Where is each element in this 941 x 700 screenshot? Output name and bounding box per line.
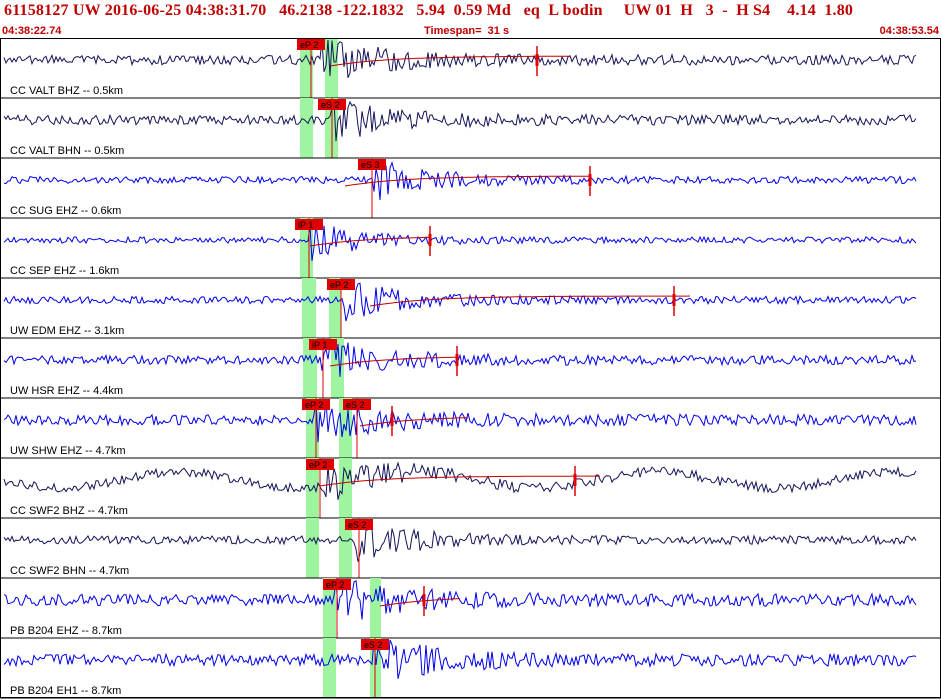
seismogram-panels[interactable]: eP 2 CC VALT BHZ -- 0.5km eS 2 CC VALT BHN … (0, 38, 941, 700)
trace-panel[interactable]: eP 2 eS 2 UW SHW EHZ -- 4.7km (0, 398, 941, 459)
pick-window (370, 578, 381, 638)
waveform (3, 522, 917, 562)
pick-window (339, 458, 352, 518)
time-scale-bar: 04:38:22.74 Timespan= 31 s 04:38:53.54 (0, 25, 941, 38)
coda-end-marker (588, 174, 592, 186)
coda-end-marker (535, 54, 539, 66)
phase-pick-label: eP 2 (305, 400, 323, 410)
station-label: CC SWF2 BHN -- 4.7km (10, 565, 129, 577)
start-time-label: 04:38:22.74 (2, 25, 62, 37)
phase-pick-label: eP 2 (300, 40, 318, 50)
trace-panel[interactable]: iP 1 CC SEP EHZ -- 1.6km (0, 218, 941, 279)
station-label: CC VALT BHN -- 0.5km (10, 145, 124, 157)
trace-panel[interactable]: eP 2 UW EDM EHZ -- 3.1km (0, 278, 941, 339)
phase-pick-label: eP 2 (330, 280, 348, 290)
phase-pick-label: eS 2 (321, 100, 340, 110)
trace-panel[interactable]: eP 2 CC VALT BHZ -- 0.5km (0, 38, 941, 99)
pick-window (306, 518, 319, 578)
waveform (3, 399, 917, 443)
pick-window (323, 638, 336, 698)
event-summary-line: 61158127 UW 2016-06-25 04:38:31.70 46.21… (4, 2, 854, 19)
waveform (3, 99, 917, 142)
trace-panel[interactable]: eS 2 CC SWF2 BHN -- 4.7km (0, 518, 941, 579)
station-label: PB B204 EHZ -- 8.7km (10, 625, 122, 637)
station-label: PB B204 EH1 -- 8.7km (10, 685, 121, 697)
waveform (3, 39, 917, 78)
coda-end-marker (672, 294, 676, 306)
station-label: CC SEP EHZ -- 1.6km (10, 265, 119, 277)
waveform (3, 224, 917, 261)
trace-panel[interactable]: eS 3 CC SUG EHZ -- 0.6km (0, 158, 941, 219)
phase-pick-label: eP 2 (309, 460, 327, 470)
coda-end-marker (390, 414, 394, 426)
end-time-label: 04:38:53.54 (879, 25, 939, 37)
pick-window (300, 98, 313, 158)
phase-pick-label: iP 1 (312, 340, 327, 350)
coda-end-marker (455, 354, 459, 366)
timespan-label: Timespan= 31 s (424, 25, 510, 37)
phase-pick-label: eS 3 (361, 160, 380, 170)
station-label: UW SHW EHZ -- 4.7km (10, 445, 126, 457)
waveform (3, 282, 917, 322)
pick-window (302, 278, 316, 338)
trace-panel[interactable]: eS 2 PB B204 EH1 -- 8.7km (0, 638, 941, 699)
coda-end-marker (573, 474, 577, 486)
trace-panel[interactable]: eP 2 CC SWF2 BHZ -- 4.7km (0, 458, 941, 519)
station-label: CC SUG EHZ -- 0.6km (10, 205, 121, 217)
waveform (3, 461, 917, 500)
event-header: 61158127 UW 2016-06-25 04:38:31.70 46.21… (0, 0, 941, 38)
phase-pick-label: eS 2 (348, 520, 367, 530)
phase-pick-label: iP 1 (298, 220, 313, 230)
station-label: UW HSR EHZ -- 4.4km (10, 385, 123, 397)
coda-end-marker (428, 234, 432, 246)
waveform (3, 161, 917, 201)
trace-panel[interactable]: eP 2 PB B204 EHZ -- 8.7km (0, 578, 941, 639)
phase-pick-label: eS 2 (364, 640, 383, 650)
waveform (3, 579, 917, 620)
coda-line (309, 236, 430, 247)
waveform (3, 639, 917, 679)
trace-panel[interactable]: eS 2 CC VALT BHN -- 0.5km (0, 98, 941, 159)
trace-panel[interactable]: iP 1 UW HSR EHZ -- 4.4km (0, 338, 941, 399)
station-label: UW EDM EHZ -- 3.1km (10, 325, 124, 337)
waveform (3, 339, 917, 377)
coda-end-marker (422, 594, 426, 606)
phase-pick-label: eP 2 (326, 580, 344, 590)
phase-pick-label: eS 2 (346, 400, 365, 410)
station-label: CC VALT BHZ -- 0.5km (10, 85, 123, 97)
station-label: CC SWF2 BHZ -- 4.7km (10, 505, 128, 517)
